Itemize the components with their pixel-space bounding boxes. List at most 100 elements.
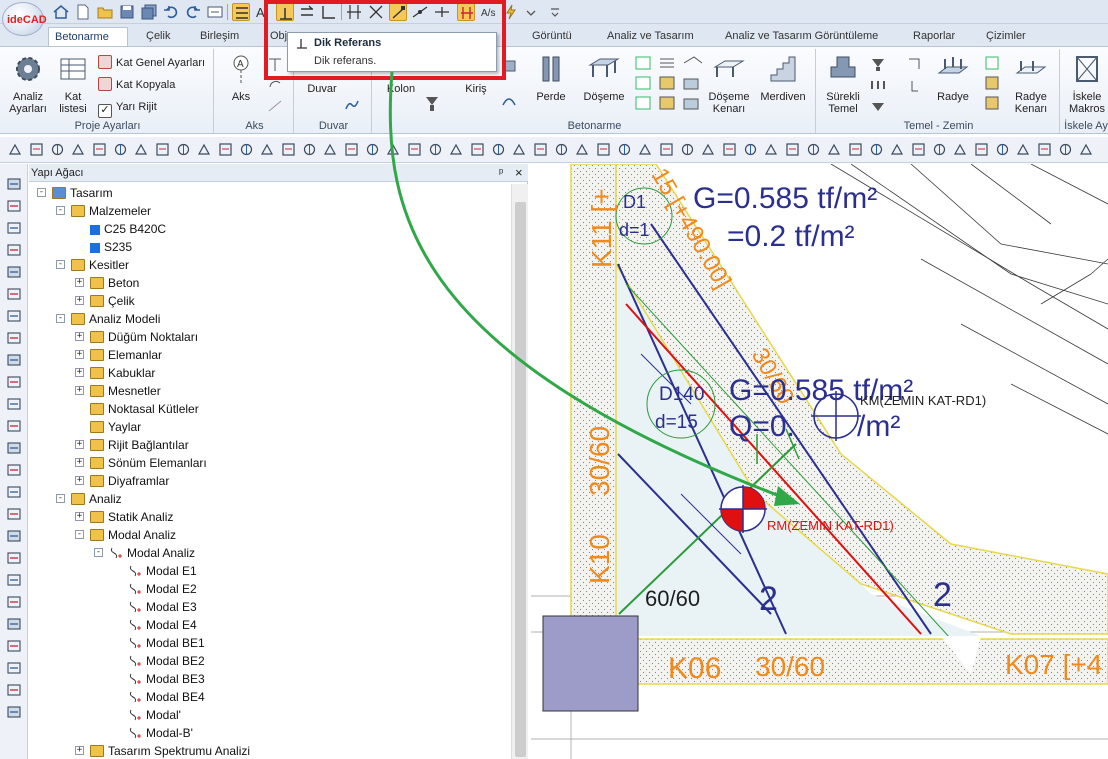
expand-icon[interactable]: +	[75, 278, 84, 287]
tab-cizimler[interactable]: Çizimler	[980, 27, 1032, 46]
window-icon[interactable]	[206, 3, 224, 21]
spring-icon[interactable]	[6, 550, 22, 566]
expand-icon[interactable]: +	[75, 368, 84, 377]
text-icon[interactable]: A	[252, 3, 270, 21]
measure-small-icon[interactable]	[6, 484, 22, 500]
scale-icon[interactable]	[239, 142, 254, 157]
measure-icon[interactable]	[92, 142, 107, 157]
elevation-icon[interactable]	[869, 142, 884, 157]
save-all-icon[interactable]	[140, 3, 158, 21]
props-icon[interactable]	[974, 142, 989, 157]
perde-button[interactable]: Perde	[530, 53, 572, 103]
mirror-icon[interactable]	[218, 142, 233, 157]
node-icon[interactable]	[6, 264, 22, 280]
foundation-small-tools-icon[interactable]	[906, 55, 922, 115]
stretch-icon[interactable]	[260, 142, 275, 157]
fillet-icon[interactable]	[365, 142, 380, 157]
print-icon[interactable]	[575, 142, 590, 157]
wall-tool-icon[interactable]	[344, 97, 360, 113]
view3d-icon[interactable]	[6, 462, 22, 478]
chamfer-icon[interactable]	[386, 142, 401, 157]
split-icon[interactable]	[6, 616, 22, 632]
move-layer-icon[interactable]	[6, 242, 22, 258]
dimension-icon[interactable]	[785, 142, 800, 157]
midpoint-snap-icon[interactable]	[411, 3, 429, 21]
hatch-icon[interactable]	[491, 142, 506, 157]
aks-button[interactable]: A Aks	[220, 53, 262, 103]
section-view-icon[interactable]	[6, 330, 22, 346]
save-icon[interactable]	[118, 3, 136, 21]
section-icon[interactable]	[827, 142, 842, 157]
property-icon[interactable]	[6, 374, 22, 390]
slab-tools-icon[interactable]	[634, 55, 704, 115]
aks-tools-icon[interactable]	[266, 55, 284, 115]
expand-icon[interactable]: +	[75, 440, 84, 449]
qat-dropdown-icon[interactable]	[522, 3, 540, 21]
detail-icon[interactable]	[848, 142, 863, 157]
circle-icon[interactable]	[701, 142, 716, 157]
edit-icon[interactable]	[6, 528, 22, 544]
cloud-icon[interactable]	[722, 142, 737, 157]
group-icon[interactable]	[6, 418, 22, 434]
home-icon[interactable]	[52, 3, 70, 21]
undo-icon[interactable]	[162, 3, 180, 21]
triangle-icon[interactable]	[113, 142, 128, 157]
expand-icon[interactable]: +	[75, 458, 84, 467]
yari-rijit-checkbox[interactable]: ✓ Yarı Rijit	[98, 97, 157, 118]
tab-celik[interactable]: Çelik	[140, 27, 176, 46]
lightning-icon[interactable]	[502, 3, 520, 21]
pin-icon[interactable]: ᵖ	[499, 164, 503, 182]
settings2-icon[interactable]	[1079, 142, 1094, 157]
filter-icon[interactable]	[6, 198, 22, 214]
pick-icon[interactable]	[6, 308, 22, 324]
scrollbar-thumb[interactable]	[515, 202, 526, 757]
tree-scrollbar[interactable]	[511, 184, 528, 759]
render-icon[interactable]	[1037, 142, 1052, 157]
customize-qat-icon[interactable]	[546, 3, 564, 21]
explode-icon[interactable]	[449, 142, 464, 157]
parallel-reference-icon[interactable]	[298, 3, 316, 21]
merdiven-button[interactable]: Merdiven	[756, 53, 810, 103]
zoom-icon[interactable]	[8, 142, 23, 157]
expand-icon[interactable]: +	[75, 512, 84, 521]
copy-layer-icon[interactable]	[6, 220, 22, 236]
nearest-snap-icon[interactable]	[433, 3, 451, 21]
expand-icon[interactable]: +	[75, 332, 84, 341]
break-icon[interactable]	[407, 142, 422, 157]
align-icon[interactable]	[281, 142, 296, 157]
expand-icon[interactable]: +	[75, 476, 84, 485]
polygon-icon[interactable]	[743, 142, 758, 157]
redo-icon[interactable]	[184, 3, 202, 21]
radye-kenari-button[interactable]: Radye Kenarı	[1006, 53, 1056, 115]
trim-icon[interactable]	[302, 142, 317, 157]
points-icon[interactable]	[6, 506, 22, 522]
tab-betonarme[interactable]: Betonarme	[48, 27, 128, 46]
plan-drawing[interactable]: G=0.585 tf/m² =0.2 tf/m² D1 d=1 K11 [+ 1…	[531, 164, 1108, 759]
move-icon[interactable]	[155, 142, 170, 157]
doseme-kenari-button[interactable]: Döşeme Kenarı	[706, 53, 752, 115]
radye-button[interactable]: Radye	[930, 53, 976, 103]
view-icon[interactable]	[911, 142, 926, 157]
zoom-window-icon[interactable]	[29, 142, 44, 157]
perpendicular-reference-icon[interactable]	[276, 3, 294, 21]
collapse-icon[interactable]: -	[37, 188, 46, 197]
doseme-button[interactable]: Döşeme	[580, 53, 628, 103]
array-icon[interactable]	[470, 142, 485, 157]
grid-snap-icon[interactable]	[345, 3, 363, 21]
kat-genel-ayarlari-button[interactable]: Kat Genel Ayarları	[98, 53, 205, 73]
image-icon[interactable]	[596, 142, 611, 157]
collapse-icon[interactable]: -	[56, 206, 65, 215]
layers-icon[interactable]	[232, 3, 250, 21]
expand-icon[interactable]: +	[75, 350, 84, 359]
structure-tree-icon[interactable]	[6, 176, 22, 192]
endpoint-snap-icon[interactable]	[389, 3, 407, 21]
raft-tools-icon[interactable]	[984, 55, 1000, 115]
offset-icon[interactable]	[344, 142, 359, 157]
beam-icon[interactable]	[6, 286, 22, 302]
copy-icon[interactable]	[176, 142, 191, 157]
collapse-icon[interactable]: -	[56, 314, 65, 323]
binoculars-icon[interactable]	[6, 704, 22, 720]
joint-icon[interactable]	[6, 660, 22, 676]
line-icon[interactable]	[680, 142, 695, 157]
iskele-makros-button[interactable]: İskele Makros	[1064, 53, 1108, 115]
